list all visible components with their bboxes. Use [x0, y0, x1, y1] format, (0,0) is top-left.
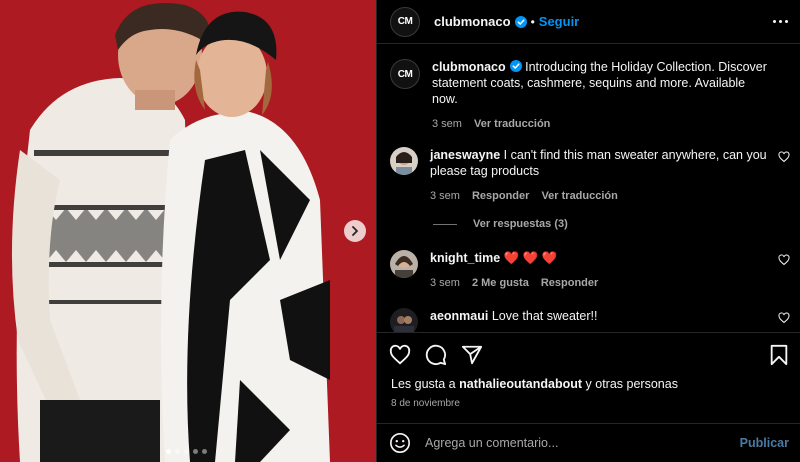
- share-icon[interactable]: [461, 344, 483, 366]
- next-image-button[interactable]: [344, 220, 366, 242]
- comment-likes[interactable]: 2 Me gusta: [472, 275, 529, 291]
- caption-translate-link[interactable]: Ver traducción: [474, 116, 550, 132]
- heart-icon[interactable]: [778, 254, 790, 266]
- post-photo: [0, 0, 376, 462]
- reply-button[interactable]: Responder: [472, 188, 529, 204]
- chevron-right-icon: [352, 226, 358, 236]
- reply-button[interactable]: Responder: [541, 275, 598, 291]
- more-options-icon[interactable]: [773, 20, 788, 23]
- post-header: CM clubmonaco • Seguir: [377, 0, 800, 44]
- post-media[interactable]: [0, 0, 376, 462]
- comments-list[interactable]: CM clubmonaco Introducing the Holiday Co…: [377, 44, 800, 332]
- caption-time: 3 sem: [432, 118, 462, 130]
- comment-item: janeswayne I can't find this man sweater…: [390, 147, 790, 204]
- verified-badge-icon: [514, 15, 527, 28]
- heart-icon[interactable]: [778, 151, 790, 163]
- comment-username[interactable]: knight_time: [430, 251, 500, 265]
- post-caption: CM clubmonaco Introducing the Holiday Co…: [390, 59, 790, 132]
- verified-badge-icon: [509, 60, 522, 72]
- bookmark-icon[interactable]: [769, 344, 789, 366]
- view-replies-link[interactable]: Ver respuestas (3): [433, 218, 568, 230]
- view-replies-label: Ver respuestas (3): [473, 218, 568, 230]
- commenter-avatar[interactable]: [390, 147, 418, 175]
- publish-button[interactable]: Publicar: [740, 436, 789, 450]
- comment-icon[interactable]: [425, 344, 447, 366]
- commenter-avatar[interactable]: [390, 250, 418, 278]
- comment-username[interactable]: janeswayne: [430, 148, 500, 162]
- comment-time: 3 sem: [430, 277, 460, 289]
- likes-prefix: Les gusta a: [391, 377, 456, 391]
- author-username[interactable]: clubmonaco: [434, 14, 511, 29]
- emoji-icon[interactable]: [389, 432, 411, 454]
- comment-item: aeonmaui Love that sweater!!: [390, 308, 790, 332]
- comment-username[interactable]: aeonmaui: [430, 309, 488, 323]
- author-avatar[interactable]: CM: [390, 59, 420, 89]
- comment-input[interactable]: [425, 436, 740, 450]
- carousel-dot: [193, 449, 198, 454]
- likes-suffix[interactable]: y otras personas: [586, 377, 678, 391]
- comment-time: 3 sem: [430, 190, 460, 202]
- separator-dot: •: [530, 14, 535, 29]
- carousel-dot: [202, 449, 207, 454]
- carousel-indicator: [166, 449, 207, 454]
- author-avatar[interactable]: CM: [390, 6, 420, 37]
- comment-item: knight_time ❤️ ❤️ ❤️ 3 sem 2 Me gusta Re…: [390, 250, 790, 291]
- likes-summary[interactable]: Les gusta a nathalieoutandabout y otras …: [377, 377, 800, 391]
- caption-username[interactable]: clubmonaco: [432, 60, 506, 74]
- post-side-panel: CM clubmonaco • Seguir CM clubmonaco Int…: [376, 0, 800, 462]
- follow-button[interactable]: Seguir: [539, 14, 579, 29]
- commenter-avatar[interactable]: [390, 308, 418, 332]
- heart-icon[interactable]: [389, 344, 411, 366]
- carousel-dot: [175, 449, 180, 454]
- post-actions: Les gusta a nathalieoutandabout y otras …: [377, 332, 800, 409]
- likes-user[interactable]: nathalieoutandabout: [459, 377, 582, 391]
- translate-link[interactable]: Ver traducción: [541, 188, 617, 204]
- comment-text: Love that sweater!!: [491, 309, 598, 323]
- carousel-dot: [166, 449, 171, 454]
- carousel-dot: [184, 449, 189, 454]
- comment-composer: Publicar: [377, 423, 800, 462]
- replies-divider: [433, 223, 457, 225]
- heart-icon[interactable]: [778, 312, 790, 324]
- comment-text: ❤️ ❤️ ❤️: [503, 251, 558, 265]
- post-date[interactable]: 8 de noviembre: [377, 391, 800, 409]
